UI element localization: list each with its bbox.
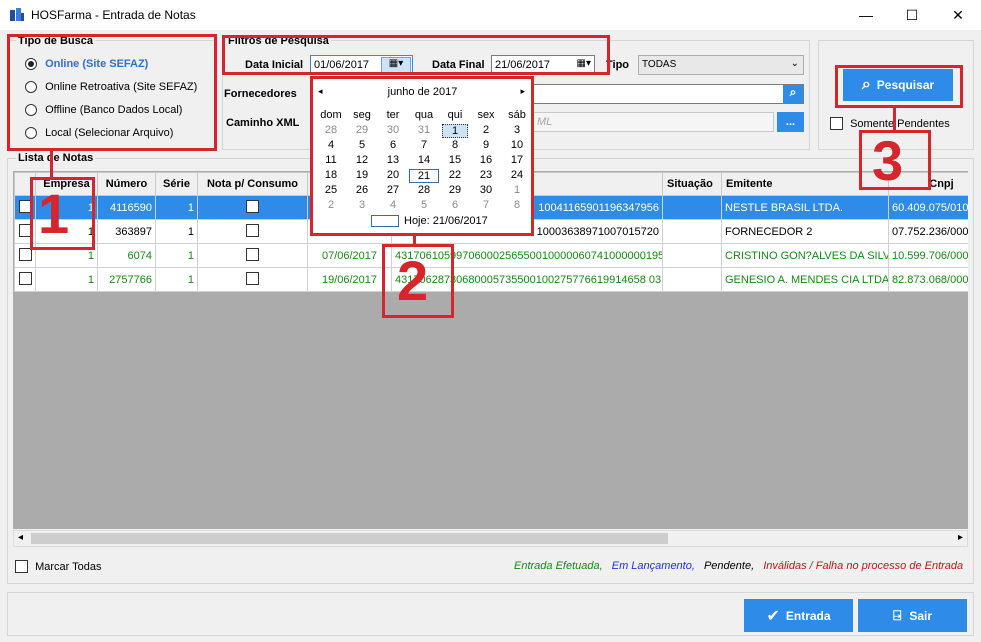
- legend-lancamento: Em Lançamento,: [611, 560, 695, 572]
- data-cell: 07/06/2017: [307, 243, 392, 268]
- numero-cell: 6074: [97, 243, 156, 268]
- tipo-select[interactable]: TODAS ⌄: [638, 55, 804, 75]
- empresa-cell: 1: [35, 267, 98, 292]
- annotation-number-2: 2: [397, 249, 429, 312]
- annotation-box-calendar: [310, 76, 534, 236]
- situacao-cell: [662, 195, 722, 220]
- emitente-cell: GENESIO A. MENDES CIA LTDA: [721, 267, 889, 292]
- minimize-button[interactable]: —: [843, 0, 889, 30]
- checkbox[interactable]: [15, 560, 28, 573]
- cnpj-cell: 07.752.236/000: [888, 219, 968, 244]
- scroll-right-icon[interactable]: ▸: [958, 532, 963, 543]
- annotation-box-3: [835, 65, 963, 108]
- col-header[interactable]: Nota p/ Consumo: [197, 172, 308, 196]
- check-icon: ✔: [766, 607, 780, 625]
- annotation-number-3: 3: [872, 129, 904, 192]
- entrada-label: Entrada: [785, 608, 831, 623]
- col-header[interactable]: Número: [97, 172, 156, 196]
- checkbox[interactable]: [246, 247, 259, 261]
- sair-label: Sair: [909, 608, 933, 623]
- minimize-icon: —: [859, 7, 873, 23]
- scroll-left-icon[interactable]: ◂: [18, 532, 23, 543]
- horizontal-scrollbar[interactable]: ◂ ▸: [13, 530, 968, 547]
- checkbox[interactable]: [246, 271, 259, 285]
- legend-pendente: Pendente,: [703, 560, 755, 572]
- sair-button[interactable]: ⍈ Sair: [858, 599, 967, 632]
- situacao-cell: [662, 219, 722, 244]
- situacao-cell: [662, 243, 722, 268]
- close-icon: ✕: [952, 6, 964, 23]
- fornecedores-input[interactable]: ⌕: [530, 84, 804, 104]
- numero-cell: 2757766: [97, 267, 156, 292]
- annotation-number-1: 1: [38, 182, 70, 245]
- emitente-cell: NESTLE BRASIL LTDA.: [721, 195, 889, 220]
- table-row[interactable]: 1 2757766 1 19/06/2017 43170628730680005…: [14, 267, 968, 292]
- consumo-cell[interactable]: [197, 243, 308, 268]
- lista-notas-title: Lista de Notas: [16, 152, 96, 164]
- marcar-todas-label: Marcar Todas: [35, 560, 102, 573]
- cnpj-cell: 60.409.075/010: [888, 195, 968, 220]
- caminho-xml-input[interactable]: ML: [530, 112, 774, 132]
- chevron-down-icon: ⌄: [790, 58, 799, 69]
- maximize-icon: ☐: [905, 6, 919, 23]
- fornecedores-label: Fornecedores: [224, 88, 297, 100]
- annotation-box-2: [222, 35, 610, 75]
- checkbox[interactable]: [18, 271, 32, 285]
- serie-cell: 1: [155, 267, 198, 292]
- cnpj-cell: 82.873.068/000: [888, 267, 968, 292]
- situacao-cell: [662, 267, 722, 292]
- numero-cell: 363897: [97, 219, 156, 244]
- exit-door-icon: ⍈: [892, 607, 902, 623]
- app-icon: [9, 7, 25, 23]
- cnpj-cell: 10.599.706/000: [888, 243, 968, 268]
- serie-cell: 1: [155, 219, 198, 244]
- caminho-xml-label: Caminho XML: [226, 117, 300, 129]
- window-title: HOSFarma - Entrada de Notas: [31, 8, 196, 22]
- browse-button[interactable]: ...: [777, 112, 804, 132]
- checkbox[interactable]: [246, 223, 259, 237]
- legend-invalidas: Inválidas / Falha no processo de Entrada: [763, 560, 964, 572]
- marcar-todas[interactable]: Marcar Todas: [15, 560, 102, 573]
- scrollbar-thumb[interactable]: [31, 533, 668, 544]
- data-cell: 19/06/2017: [307, 267, 392, 292]
- maximize-button[interactable]: ☐: [889, 0, 935, 30]
- col-header[interactable]: Situação: [662, 172, 722, 196]
- numero-cell: 4116590: [97, 195, 156, 220]
- status-legend: Entrada Efetuada, Em Lançamento, Pendent…: [514, 560, 963, 572]
- row-select-cell[interactable]: [14, 267, 36, 292]
- legend-efetuada: Entrada Efetuada,: [514, 560, 603, 572]
- emitente-cell: FORNECEDOR 2: [721, 219, 889, 244]
- tipo-value: TODAS: [642, 59, 677, 70]
- entrada-button[interactable]: ✔ Entrada: [744, 599, 853, 632]
- checkbox[interactable]: [830, 117, 843, 130]
- col-header[interactable]: Série: [155, 172, 198, 196]
- checkbox[interactable]: [246, 199, 259, 213]
- caminho-xml-placeholder: ML: [537, 116, 553, 128]
- emitente-cell: CRISTINO GON?ALVES DA SILVA: [721, 243, 889, 268]
- consumo-cell[interactable]: [197, 219, 308, 244]
- table-row[interactable]: 1 6074 1 07/06/2017 43170610599706000256…: [14, 243, 968, 268]
- serie-cell: 1: [155, 195, 198, 220]
- consumo-cell[interactable]: [197, 267, 308, 292]
- close-button[interactable]: ✕: [935, 0, 981, 30]
- search-icon[interactable]: ⌕: [783, 85, 803, 103]
- title-bar: HOSFarma - Entrada de Notas — ☐ ✕: [0, 0, 981, 30]
- somente-pendentes-label: Somente Pendentes: [850, 117, 950, 130]
- annotation-box-1: [7, 34, 217, 151]
- serie-cell: 1: [155, 243, 198, 268]
- annotation-connector-1: [50, 151, 53, 179]
- consumo-cell[interactable]: [197, 195, 308, 220]
